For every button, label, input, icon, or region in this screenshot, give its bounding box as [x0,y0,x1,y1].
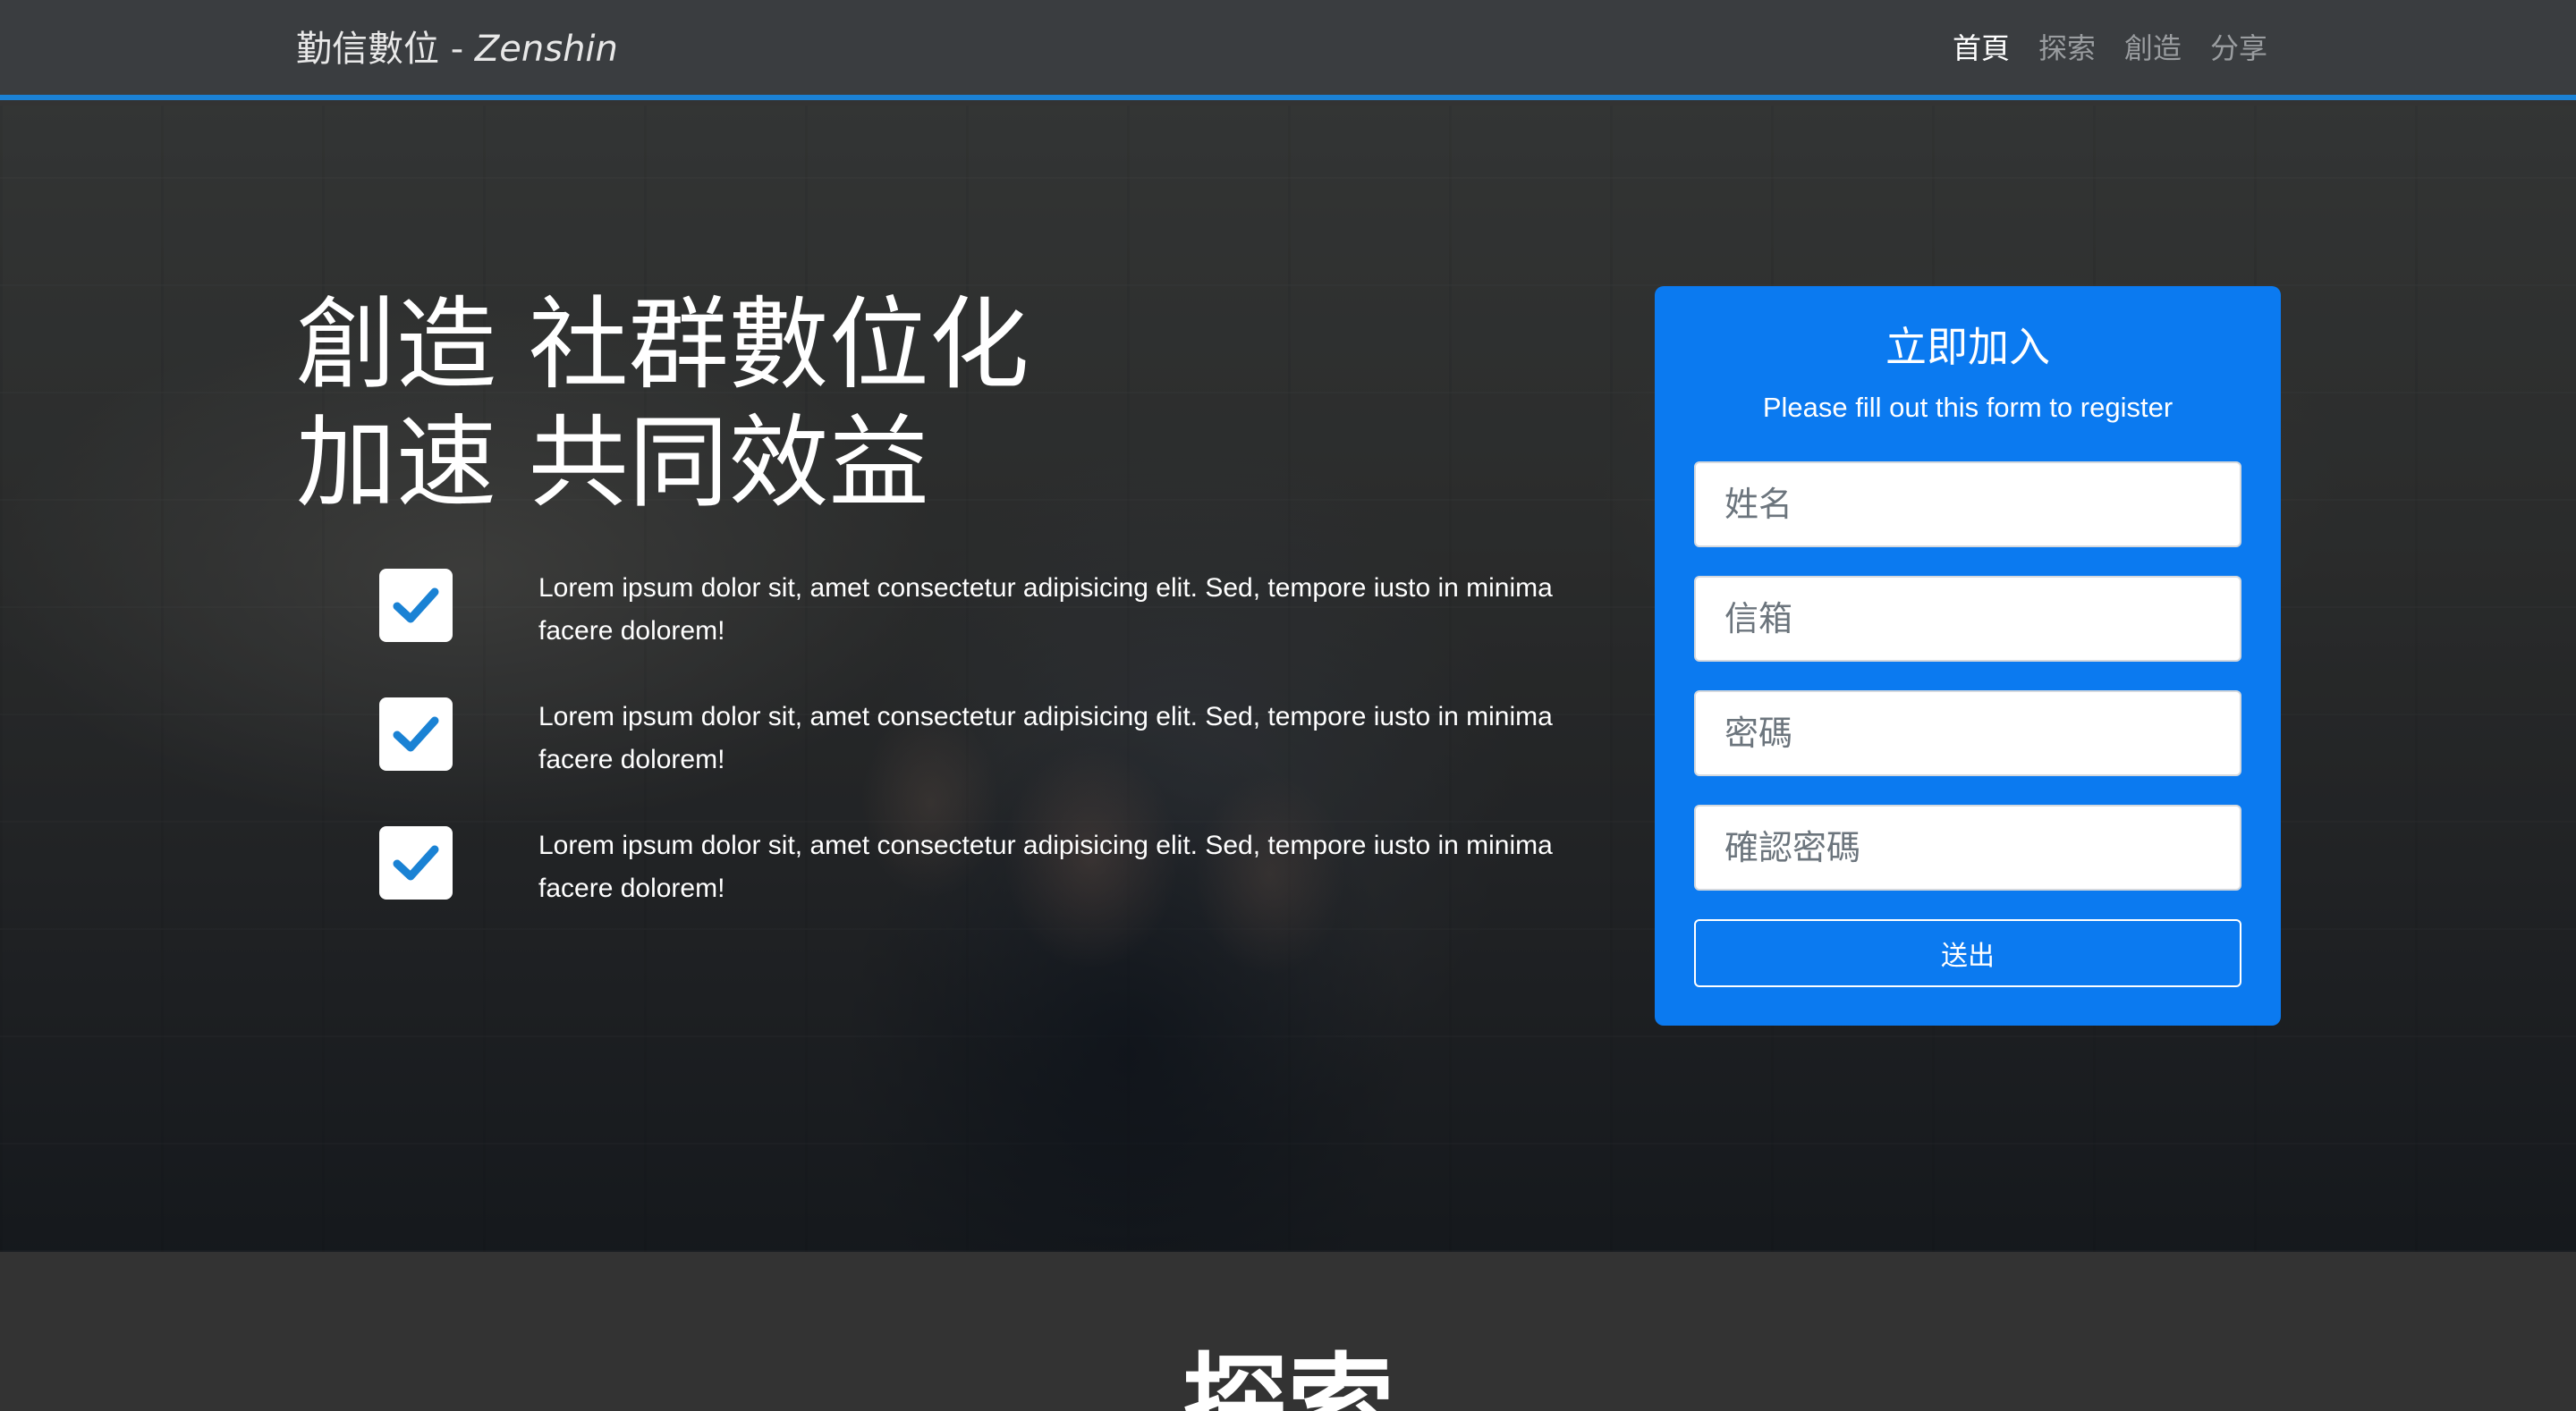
feature-text: Lorem ipsum dolor sit, amet consectetur … [538,702,1553,774]
feature-item: Lorem ipsum dolor sit, amet consectetur … [379,690,1560,819]
brand-name: 勤信數位 - [296,29,475,70]
feature-text: Lorem ipsum dolor sit, amet consectetur … [538,831,1553,903]
hero-title: 創造 社群數位化 加速 共同效益 [296,286,1030,522]
feature-item: Lorem ipsum dolor sit, amet consectetur … [379,562,1560,690]
navbar: 勤信數位 - Zenshin 首頁 探索 創造 分享 [0,0,2576,100]
explore-title: 探索 [1182,1342,1394,1411]
nav-links: 首頁 探索 創造 分享 [1953,29,2267,68]
explore-section: 探索 [0,1252,2576,1411]
feature-item: Lorem ipsum dolor sit, amet consectetur … [379,819,1560,948]
register-title: 立即加入 [1885,323,2050,371]
nav-link-create[interactable]: 創造 [2124,29,2182,68]
register-subtitle: Please fill out this form to register [1762,392,2174,423]
nav-link-share[interactable]: 分享 [2210,29,2267,68]
password-input[interactable] [1694,690,2241,776]
check-icon [379,697,453,771]
register-card: 立即加入 Please fill out this form to regist… [1655,286,2281,1026]
submit-button[interactable]: 送出 [1694,919,2241,987]
nav-link-home[interactable]: 首頁 [1953,29,2010,68]
name-input[interactable] [1694,461,2241,547]
check-icon [379,569,453,642]
feature-text: Lorem ipsum dolor sit, amet consectetur … [538,573,1553,646]
email-input[interactable] [1694,576,2241,662]
check-icon [379,826,453,900]
hero-title-line-1: 創造 社群數位化 [296,287,1030,403]
hero-title-line-2: 加速 共同效益 [296,405,929,521]
brand-logo[interactable]: 勤信數位 - Zenshin [296,27,618,72]
feature-list: Lorem ipsum dolor sit, amet consectetur … [379,562,1560,948]
nav-link-explore[interactable]: 探索 [2038,29,2096,68]
confirm-password-input[interactable] [1694,805,2241,891]
brand-subtitle: Zenshin [474,29,618,70]
